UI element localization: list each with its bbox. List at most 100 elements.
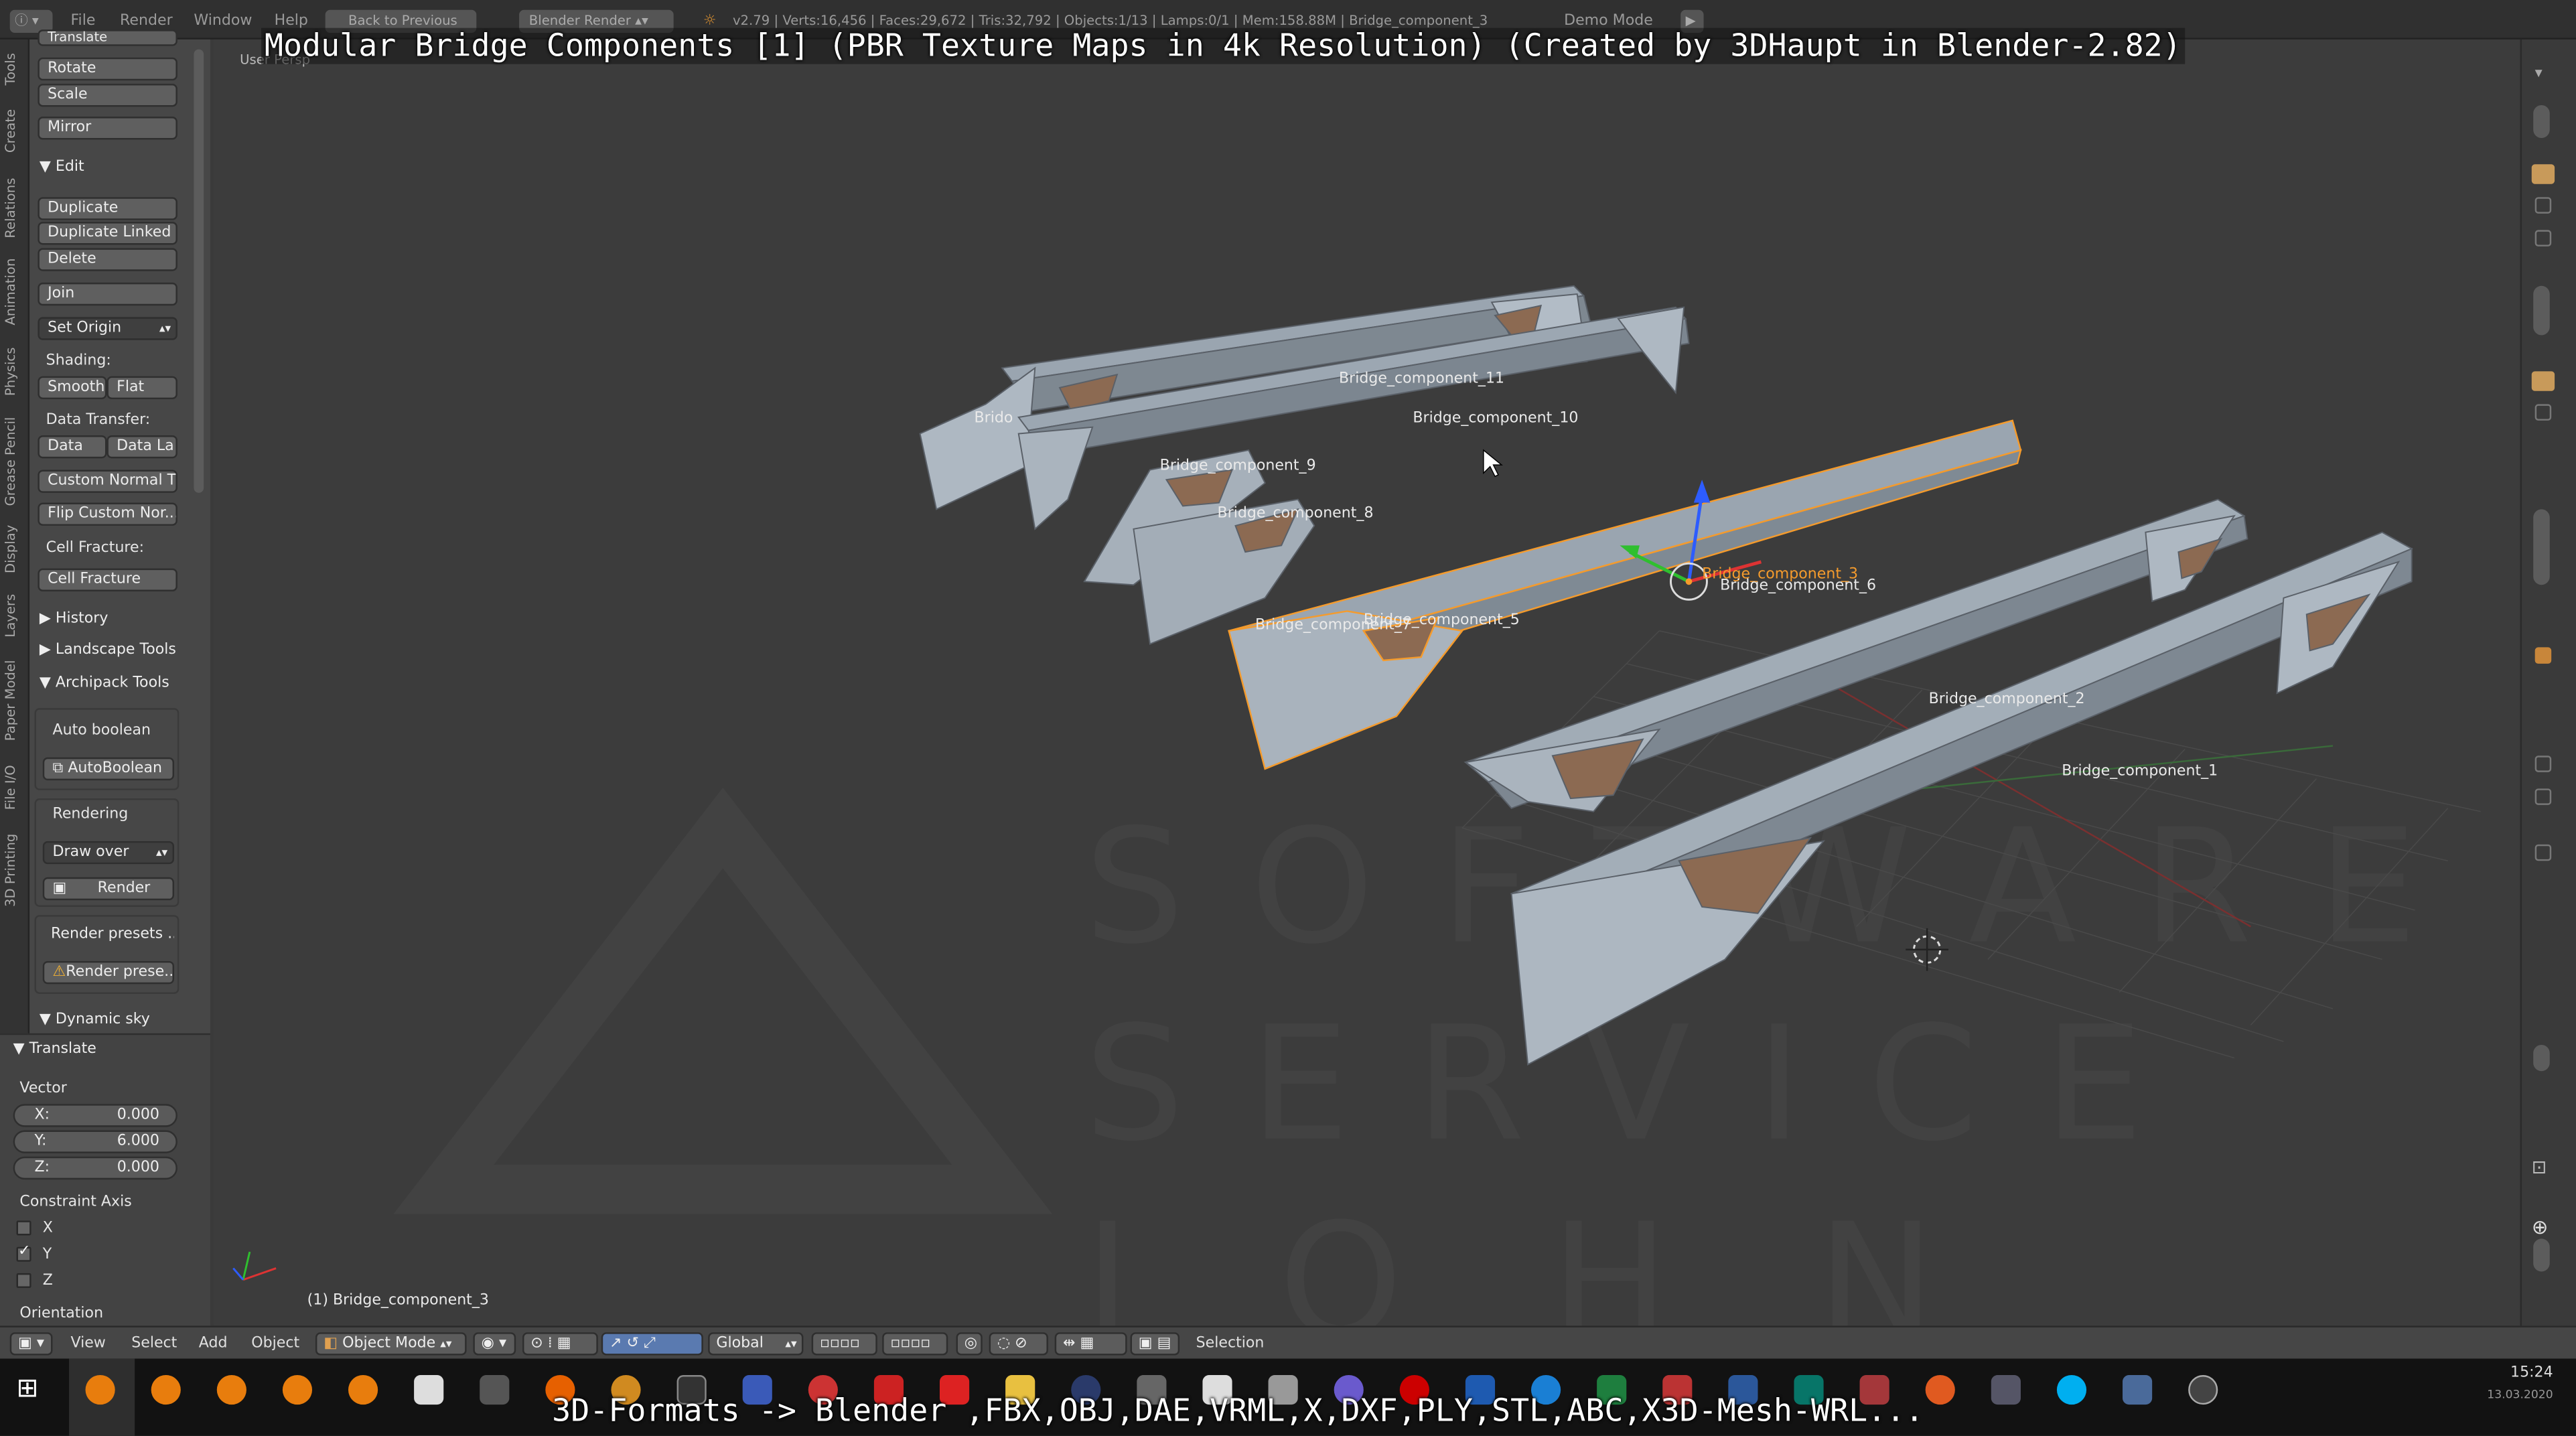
flip-custom-normals-button[interactable]: Flip Custom Nor... [38, 502, 177, 526]
blender-app-icon[interactable] [348, 1374, 378, 1405]
delete-button[interactable]: Delete [38, 248, 177, 271]
object-icon[interactable] [2531, 371, 2555, 391]
render-presets-button[interactable]: ⚠Render prese... [42, 960, 174, 985]
blender-app-icon[interactable] [282, 1374, 313, 1405]
toggle-icon[interactable] [2534, 197, 2552, 214]
layers-grid-1[interactable]: ▫▫▫▫ [811, 1332, 877, 1356]
landscape-tools-header[interactable]: ▶ Landscape Tools [29, 638, 200, 664]
render-view-icons[interactable]: ▣ ▤ [1130, 1332, 1180, 1356]
app-icon[interactable] [1991, 1374, 2021, 1405]
blender-app-icon[interactable] [216, 1374, 246, 1405]
scroll-handle[interactable] [2533, 285, 2550, 336]
zoom-icon[interactable]: ⊕ [2532, 1216, 2555, 1238]
tab-tools[interactable]: Tools [3, 46, 26, 92]
vector-y-field[interactable]: Y: 6.000 [13, 1130, 177, 1153]
app-icon[interactable] [1925, 1374, 1955, 1405]
system-clock[interactable]: 15:24 13.03.2020 [2487, 1365, 2553, 1401]
menu-select[interactable]: Select [131, 1336, 177, 1352]
app-icon[interactable] [2188, 1374, 2218, 1405]
layers-grid-2[interactable]: ▫▫▫▫ [882, 1332, 948, 1356]
vector-z-field[interactable]: Z: 0.000 [13, 1156, 177, 1180]
draw-over-select[interactable]: Draw over ▴▾ [42, 841, 174, 865]
pivot-point-select[interactable]: ⊙ ⁞ ▦ [522, 1332, 598, 1356]
menu-help[interactable]: Help [275, 13, 308, 30]
constraint-x-checkbox[interactable] [16, 1220, 31, 1236]
tab-animation[interactable]: Animation [3, 253, 26, 332]
selection-label: Selection [1196, 1336, 1265, 1352]
constraint-z-checkbox[interactable] [16, 1273, 31, 1288]
scene-stats: v2.79 | Verts:16,456 | Faces:29,672 | Tr… [732, 13, 1488, 28]
duplicate-button[interactable]: Duplicate [38, 197, 177, 220]
history-section-header[interactable]: ▶ History [29, 606, 200, 632]
toggle-icon[interactable] [2534, 756, 2552, 772]
tab-create[interactable]: Create [3, 102, 26, 161]
custom-normal-button[interactable]: Custom Normal T... [38, 470, 177, 493]
app-icon[interactable] [480, 1374, 510, 1405]
tab-3d-printing[interactable]: 3D Printing [3, 828, 26, 914]
flat-button[interactable]: Flat [106, 376, 177, 400]
smooth-button[interactable]: Smooth [38, 376, 107, 400]
data-button[interactable]: Data [38, 435, 107, 459]
blender-app-icon[interactable] [85, 1374, 115, 1405]
scale-button[interactable]: Scale [38, 84, 177, 107]
tab-paper-model[interactable]: Paper Model [3, 654, 26, 745]
panel-scrollbar[interactable] [194, 49, 204, 493]
material-icon[interactable] [2534, 647, 2552, 664]
vector-x-field[interactable]: X: 0.000 [13, 1104, 177, 1127]
menu-window[interactable]: Window [194, 13, 252, 30]
3d-viewport[interactable]: SOFTWARE SERVICE JOHN [213, 39, 2520, 1326]
editor-type-button[interactable]: ▣ ▾ [9, 1332, 53, 1356]
join-button[interactable]: Join [38, 282, 177, 306]
menu-object[interactable]: Object [251, 1336, 299, 1352]
snap-element-select[interactable]: ⇹ ▦ [1054, 1332, 1127, 1356]
toggle-icon[interactable] [2534, 230, 2552, 246]
dynamic-sky-header[interactable]: ▼ Dynamic sky [29, 1007, 200, 1033]
menu-view[interactable]: View [70, 1336, 105, 1352]
tab-relations[interactable]: Relations [3, 171, 26, 246]
tab-display[interactable]: Display [3, 519, 26, 578]
skype-icon[interactable] [2056, 1374, 2087, 1405]
menu-file[interactable]: File [70, 13, 95, 30]
scroll-handle[interactable] [2533, 1044, 2550, 1072]
cell-fracture-button[interactable]: Cell Fracture [38, 568, 177, 592]
toggle-icon[interactable] [2534, 844, 2552, 861]
archipack-tools-header[interactable]: ▼ Archipack Tools [29, 670, 200, 697]
tab-file-io[interactable]: File I/O [3, 756, 26, 818]
app-icon[interactable] [414, 1374, 444, 1405]
toggle-icon[interactable] [2534, 404, 2552, 421]
data-layout-button[interactable]: Data La [106, 435, 177, 459]
dock-icon[interactable]: ⊡ [2532, 1157, 2555, 1179]
edit-section-header[interactable]: ▼ Edit [29, 155, 200, 181]
translate-operator-header[interactable]: ▼ Translate [3, 1037, 174, 1063]
viewport-shading-select[interactable]: ◉ ▾ [473, 1332, 516, 1356]
app-icon[interactable] [2123, 1374, 2153, 1405]
collapse-arrow-icon[interactable]: ▾ [2535, 66, 2552, 82]
menu-render[interactable]: Render [120, 13, 173, 30]
blender-app-icon[interactable] [151, 1374, 181, 1405]
duplicate-linked-button[interactable]: Duplicate Linked [38, 222, 177, 245]
tab-physics[interactable]: Physics [3, 338, 26, 404]
toggle-icon[interactable] [2534, 788, 2552, 805]
vector-label: Vector [19, 1080, 67, 1098]
set-origin-select[interactable]: Set Origin ▴▾ [38, 317, 177, 340]
scene-icon[interactable] [2531, 164, 2555, 184]
scroll-handle[interactable] [2533, 104, 2550, 139]
auto-boolean-button[interactable]: ⧉ AutoBoolean [42, 757, 174, 781]
translate-button[interactable]: Translate [38, 29, 177, 46]
manipulator-toggles[interactable]: ↗ ↺ ⤢ [601, 1332, 703, 1356]
scroll-handle[interactable] [2533, 1238, 2550, 1272]
mode-select[interactable]: ◧ Object Mode ▴▾ [315, 1332, 467, 1356]
mirror-button[interactable]: Mirror [38, 117, 177, 140]
tab-layers[interactable]: Layers [3, 588, 26, 644]
proportional-edit-icon[interactable]: ◎ [956, 1332, 983, 1356]
windows-start-icon[interactable]: ⊞ [17, 1372, 39, 1403]
rotate-button[interactable]: Rotate [38, 57, 177, 81]
snap-icons[interactable]: ◌ ⊘ [989, 1332, 1048, 1356]
tab-grease-pencil[interactable]: Grease Pencil [3, 411, 26, 512]
menu-add[interactable]: Add [199, 1336, 228, 1352]
render-button[interactable]: ▣ Render [42, 877, 174, 901]
render-presets-menu[interactable]: Render presets ... [43, 925, 174, 948]
orientation-select[interactable]: Global ▴▾ [708, 1332, 804, 1356]
constraint-y-checkbox[interactable]: ✓ [16, 1244, 31, 1262]
scroll-handle[interactable] [2533, 509, 2550, 585]
